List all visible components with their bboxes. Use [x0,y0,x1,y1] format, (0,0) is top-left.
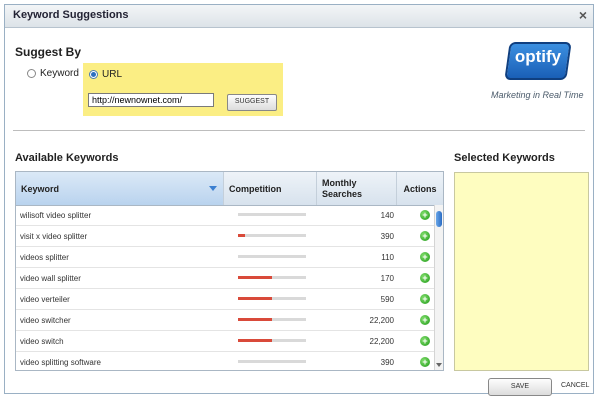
available-keywords-heading: Available Keywords [15,152,119,164]
column-header-keyword[interactable]: Keyword [16,172,224,205]
sort-desc-icon[interactable] [209,186,217,191]
suggest-button[interactable]: SUGGEST [227,94,277,111]
url-input[interactable] [88,93,214,107]
logo-text: optify [514,47,562,66]
table-header: Keyword Competition Monthly Searches Act… [16,172,443,206]
add-keyword-icon[interactable]: + [420,252,430,262]
monthly-searches-cell: 22,200 [369,337,394,346]
competition-bar-fill [238,339,272,342]
keyword-cell: video switch [20,337,64,346]
table-row: video splitting software 390 + [16,352,434,370]
monthly-searches-cell: 110 [381,253,394,262]
monthly-searches-cell: 140 [380,211,394,220]
monthly-searches-cell: 390 [380,232,394,241]
column-header-monthly-searches[interactable]: Monthly Searches [317,172,397,205]
radio-keyword[interactable]: Keyword [27,68,79,79]
cancel-button[interactable]: CANCEL [561,382,589,389]
radio-url[interactable]: URL [89,69,122,80]
keyword-cell: video wall splitter [20,274,81,283]
competition-bar [238,339,306,342]
column-header-actions: Actions [403,183,437,194]
keyword-cell: visit x video splitter [20,232,88,241]
close-icon[interactable]: × [579,7,587,23]
monthly-searches-cell: 390 [380,358,394,367]
competition-bar-fill [238,297,272,300]
table-row: video switch 22,200 + [16,331,434,352]
suggest-by-heading: Suggest By [15,45,82,59]
keyword-cell: wilisoft video splitter [20,211,92,220]
column-header-competition[interactable]: Competition [224,172,317,205]
selected-keywords-heading: Selected Keywords [454,152,555,164]
title-bar: Keyword Suggestions × [5,5,593,28]
save-button[interactable]: SAVE [488,378,552,396]
keyword-cell: videos splitter [20,253,69,262]
monthly-searches-cell: 170 [380,274,394,283]
radio-keyword-button[interactable] [27,69,36,78]
optify-logo: optify [502,42,574,86]
scroll-down-arrow-icon[interactable] [436,363,442,367]
url-option-panel: URL SUGGEST [83,63,283,116]
add-keyword-icon[interactable]: + [420,357,430,367]
add-keyword-icon[interactable]: + [420,231,430,241]
table-scrollbar[interactable] [434,205,443,370]
brand-tagline: Marketing in Real Time [491,90,584,100]
competition-bar [238,276,306,279]
monthly-searches-cell: 590 [380,295,394,304]
keyword-cell: video switcher [20,316,71,325]
radio-url-label: URL [102,69,123,80]
keyword-cell: video splitting software [20,358,101,367]
table-row: video verteiler 590 + [16,289,434,310]
keywords-table: Keyword Competition Monthly Searches Act… [15,171,444,371]
competition-bar [238,255,306,258]
competition-bar-fill [238,234,245,237]
selected-keywords-list[interactable] [454,172,589,371]
table-row: video switcher 22,200 + [16,310,434,331]
competition-bar [238,360,306,363]
add-keyword-icon[interactable]: + [420,315,430,325]
add-keyword-icon[interactable]: + [420,273,430,283]
table-row: wilisoft video splitter 140 + [16,205,434,226]
keyword-suggestions-dialog: Keyword Suggestions × Suggest By Keyword… [4,4,594,396]
dialog-title: Keyword Suggestions [13,9,129,21]
radio-url-button[interactable] [89,70,98,79]
column-header-keyword-label: Keyword [21,183,60,194]
add-keyword-icon[interactable]: + [420,336,430,346]
add-keyword-icon[interactable]: + [420,210,430,220]
competition-bar [238,234,306,237]
table-row: video wall splitter 170 + [16,268,434,289]
competition-bar-fill [238,318,272,321]
competition-bar [238,297,306,300]
table-row: videos splitter 110 + [16,247,434,268]
competition-bar [238,213,306,216]
scrollbar-thumb[interactable] [436,211,442,227]
section-divider [13,130,585,131]
monthly-searches-cell: 22,200 [369,316,394,325]
table-body: wilisoft video splitter 140 + visit x vi… [16,205,434,370]
competition-bar-fill [238,276,272,279]
table-row: visit x video splitter 390 + [16,226,434,247]
add-keyword-icon[interactable]: + [420,294,430,304]
radio-keyword-label: Keyword [40,68,79,79]
competition-bar [238,318,306,321]
keyword-cell: video verteiler [20,295,70,304]
